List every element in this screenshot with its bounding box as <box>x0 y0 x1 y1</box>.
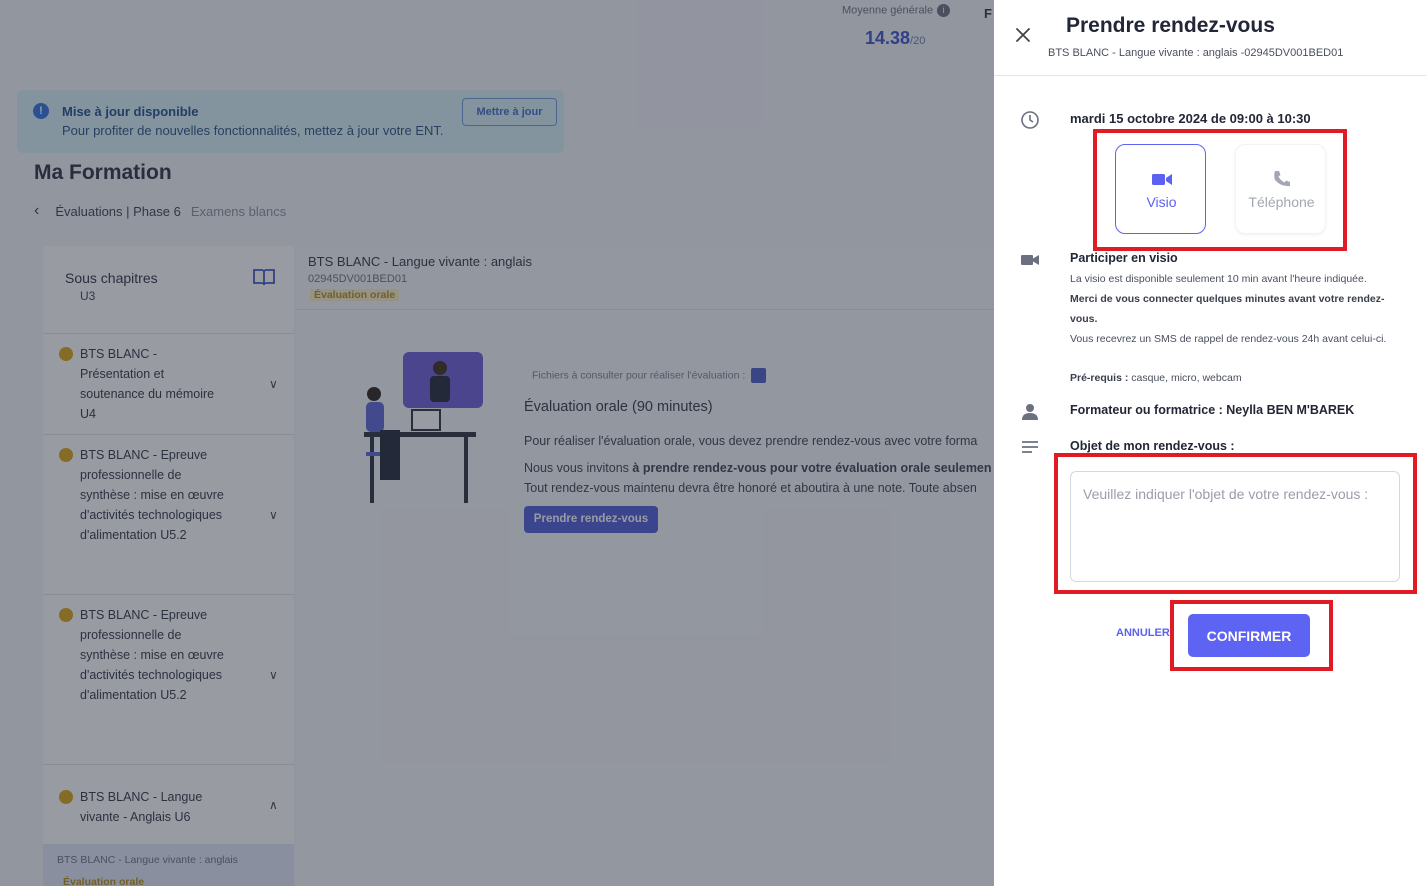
notes-icon <box>1022 441 1038 453</box>
visio-prerequisites: Pré-requis : casque, micro, webcam <box>1070 372 1242 384</box>
clock-icon <box>1021 111 1039 129</box>
mode-phone-button[interactable]: Téléphone <box>1235 144 1326 234</box>
phone-icon <box>1274 171 1290 187</box>
person-icon <box>1022 404 1038 420</box>
appointment-datetime: mardi 15 octobre 2024 de 09:00 à 10:30 <box>1070 111 1311 126</box>
mode-label: Visio <box>1146 194 1177 210</box>
visio-info: Merci de vous connecter quelques minutes… <box>1070 293 1385 325</box>
cancel-button[interactable]: ANNULER <box>1116 627 1170 639</box>
mode-visio-button[interactable]: Visio <box>1115 144 1206 234</box>
object-textarea[interactable] <box>1070 471 1400 582</box>
video-camera-icon <box>1021 255 1039 265</box>
drawer-title: Prendre rendez-vous <box>1066 14 1275 37</box>
video-camera-icon <box>1152 174 1172 185</box>
appointment-drawer: Prendre rendez-vous BTS BLANC - Langue v… <box>994 0 1426 886</box>
object-label: Objet de mon rendez-vous : <box>1070 439 1235 453</box>
visio-info: La visio est disponible seulement 10 min… <box>1070 273 1367 285</box>
confirm-button[interactable]: CONFIRMER <box>1188 614 1310 657</box>
visio-title: Participer en visio <box>1070 251 1178 265</box>
modal-backdrop[interactable] <box>0 0 994 886</box>
divider <box>994 75 1426 76</box>
trainer-name: Formateur ou formatrice : Neylla BEN M'B… <box>1070 403 1355 417</box>
drawer-subtitle: BTS BLANC - Langue vivante : anglais -02… <box>1048 47 1344 59</box>
close-icon[interactable] <box>1014 26 1032 44</box>
mode-label: Téléphone <box>1248 194 1315 210</box>
visio-info: Vous recevrez un SMS de rappel de rendez… <box>1070 333 1387 345</box>
